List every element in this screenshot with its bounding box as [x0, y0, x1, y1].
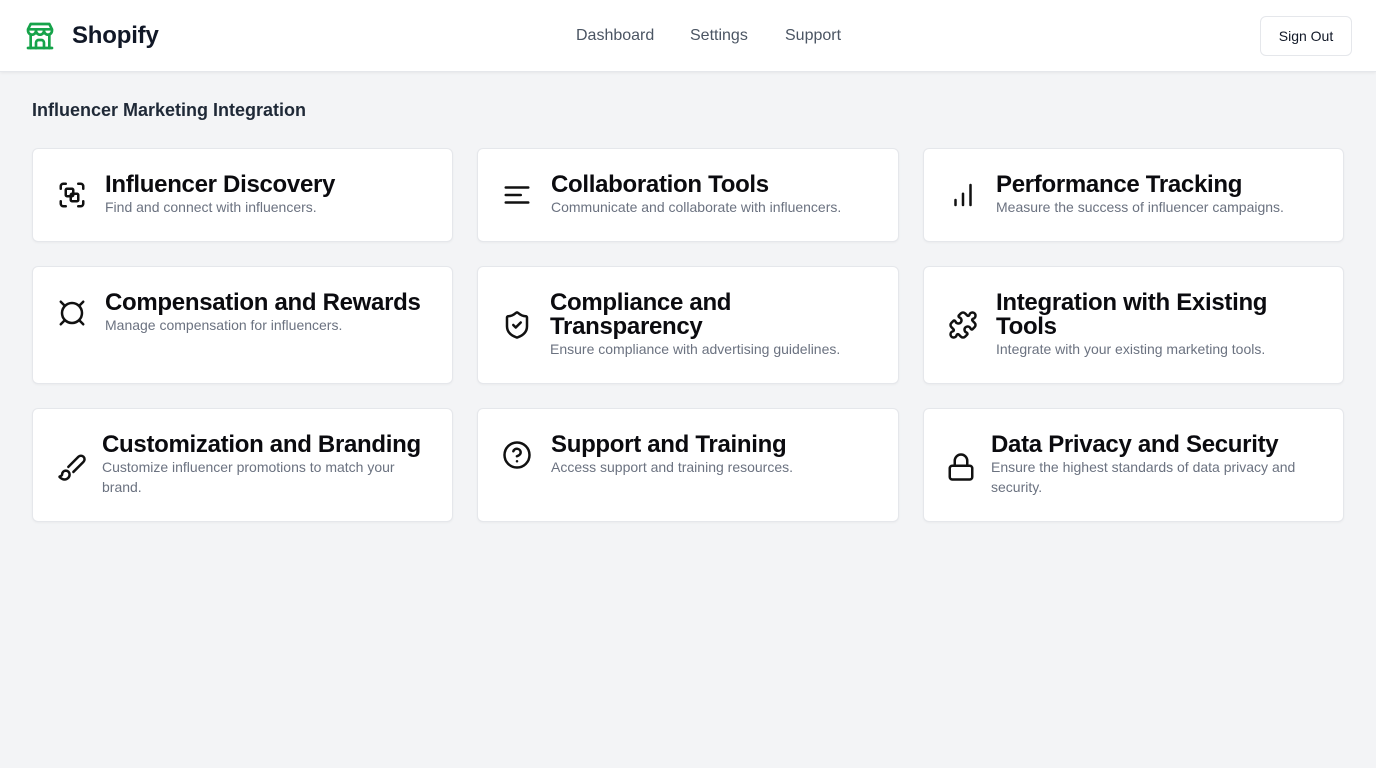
top-navigation-bar: Shopify Dashboard Settings Support Sign … — [0, 0, 1376, 72]
scan-link-icon — [57, 180, 87, 210]
brand-name[interactable]: Shopify — [72, 20, 159, 52]
feature-card-performance-tracking[interactable]: Performance Tracking Measure the success… — [923, 148, 1344, 242]
sign-out-button[interactable]: Sign Out — [1260, 16, 1352, 56]
feature-card-influencer-discovery[interactable]: Influencer Discovery Find and connect wi… — [32, 148, 453, 242]
card-title: Customization and Branding — [102, 431, 421, 458]
card-description: Customize influencer promotions to match… — [102, 459, 395, 495]
card-description: Manage compensation for influencers. — [105, 317, 343, 333]
feature-card-customization-branding[interactable]: Customization and Branding Customize inf… — [32, 408, 453, 522]
card-description: Find and connect with influencers. — [105, 199, 317, 215]
bar-chart-icon — [948, 180, 978, 210]
card-title: Compliance and Transparency — [550, 289, 732, 340]
card-title: Data Privacy and Security — [991, 431, 1279, 458]
card-title: Performance Tracking — [996, 171, 1243, 198]
brush-icon — [57, 452, 87, 482]
card-description: Ensure compliance with advertising guide… — [550, 341, 841, 357]
card-title: Compensation and Rewards — [105, 289, 421, 316]
store-icon[interactable] — [24, 20, 56, 52]
currency-icon — [57, 298, 87, 328]
feature-card-data-privacy-security[interactable]: Data Privacy and Security Ensure the hig… — [923, 408, 1344, 522]
help-circle-icon — [502, 440, 532, 470]
feature-card-compliance-transparency[interactable]: Compliance and Transparency Ensure compl… — [477, 266, 899, 384]
card-title: Influencer Discovery — [105, 171, 336, 198]
feature-card-integration-tools[interactable]: Integration with Existing Tools Integrat… — [923, 266, 1344, 384]
card-description: Communicate and collaborate with influen… — [551, 199, 842, 215]
card-title: Collaboration Tools — [551, 171, 769, 198]
nav-settings[interactable]: Settings — [690, 24, 748, 48]
card-description: Access support and training resources. — [551, 459, 794, 475]
card-description: Measure the success of influencer campai… — [996, 199, 1284, 215]
nav-support[interactable]: Support — [785, 24, 841, 48]
card-title: Integration with Existing Tools — [996, 289, 1268, 340]
feature-card-collaboration-tools[interactable]: Collaboration Tools Communicate and coll… — [477, 148, 899, 242]
nav-dashboard[interactable]: Dashboard — [576, 24, 654, 48]
page-title: Influencer Marketing Integration — [32, 100, 307, 120]
puzzle-icon — [948, 310, 978, 340]
card-description: Ensure the highest standards of data pri… — [991, 459, 1296, 495]
card-title: Support and Training — [551, 431, 787, 458]
lock-icon — [946, 452, 976, 482]
feature-card-compensation-rewards[interactable]: Compensation and Rewards Manage compensa… — [32, 266, 453, 384]
feature-card-support-training[interactable]: Support and Training Access support and … — [477, 408, 899, 522]
card-description: Integrate with your existing marketing t… — [996, 341, 1266, 357]
shield-check-icon — [502, 310, 532, 340]
text-lines-icon — [502, 180, 532, 210]
